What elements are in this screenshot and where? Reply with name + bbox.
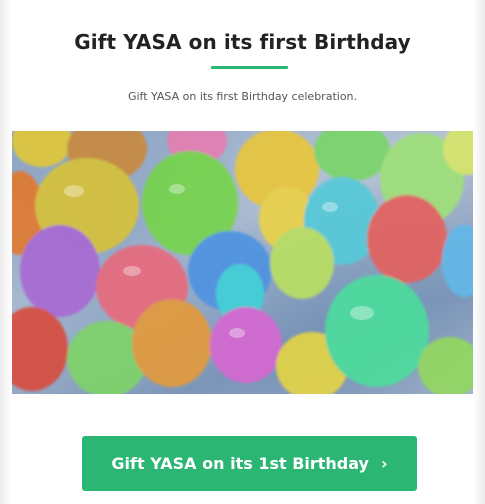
balloons-illustration	[12, 131, 473, 394]
balloon-shape	[325, 275, 429, 387]
balloon-shape	[20, 225, 100, 317]
title-underline-divider	[211, 66, 288, 69]
balloon-shape	[132, 299, 212, 387]
card-left-shadow	[0, 0, 12, 504]
balloon-shape	[314, 131, 390, 181]
page-title: Gift YASA on its first Birthday	[74, 30, 411, 54]
balloon-shape	[367, 195, 447, 283]
balloon-shape	[270, 227, 334, 299]
balloon-shape	[12, 307, 68, 391]
email-card: Gift YASA on its first Birthday Gift YAS…	[0, 0, 485, 504]
balloon-shape	[210, 307, 282, 383]
page-subtitle: Gift YASA on its first Birthday celebrat…	[127, 90, 358, 103]
card-right-shadow	[473, 0, 485, 504]
balloon-shape	[12, 131, 72, 167]
balloons-banner-image	[12, 131, 473, 394]
gift-birthday-button-label: Gift YASA on its 1st Birthday	[111, 454, 369, 473]
chevron-right-icon: ›	[380, 454, 388, 473]
gift-birthday-button[interactable]: Gift YASA on its 1st Birthday ›	[82, 436, 417, 491]
